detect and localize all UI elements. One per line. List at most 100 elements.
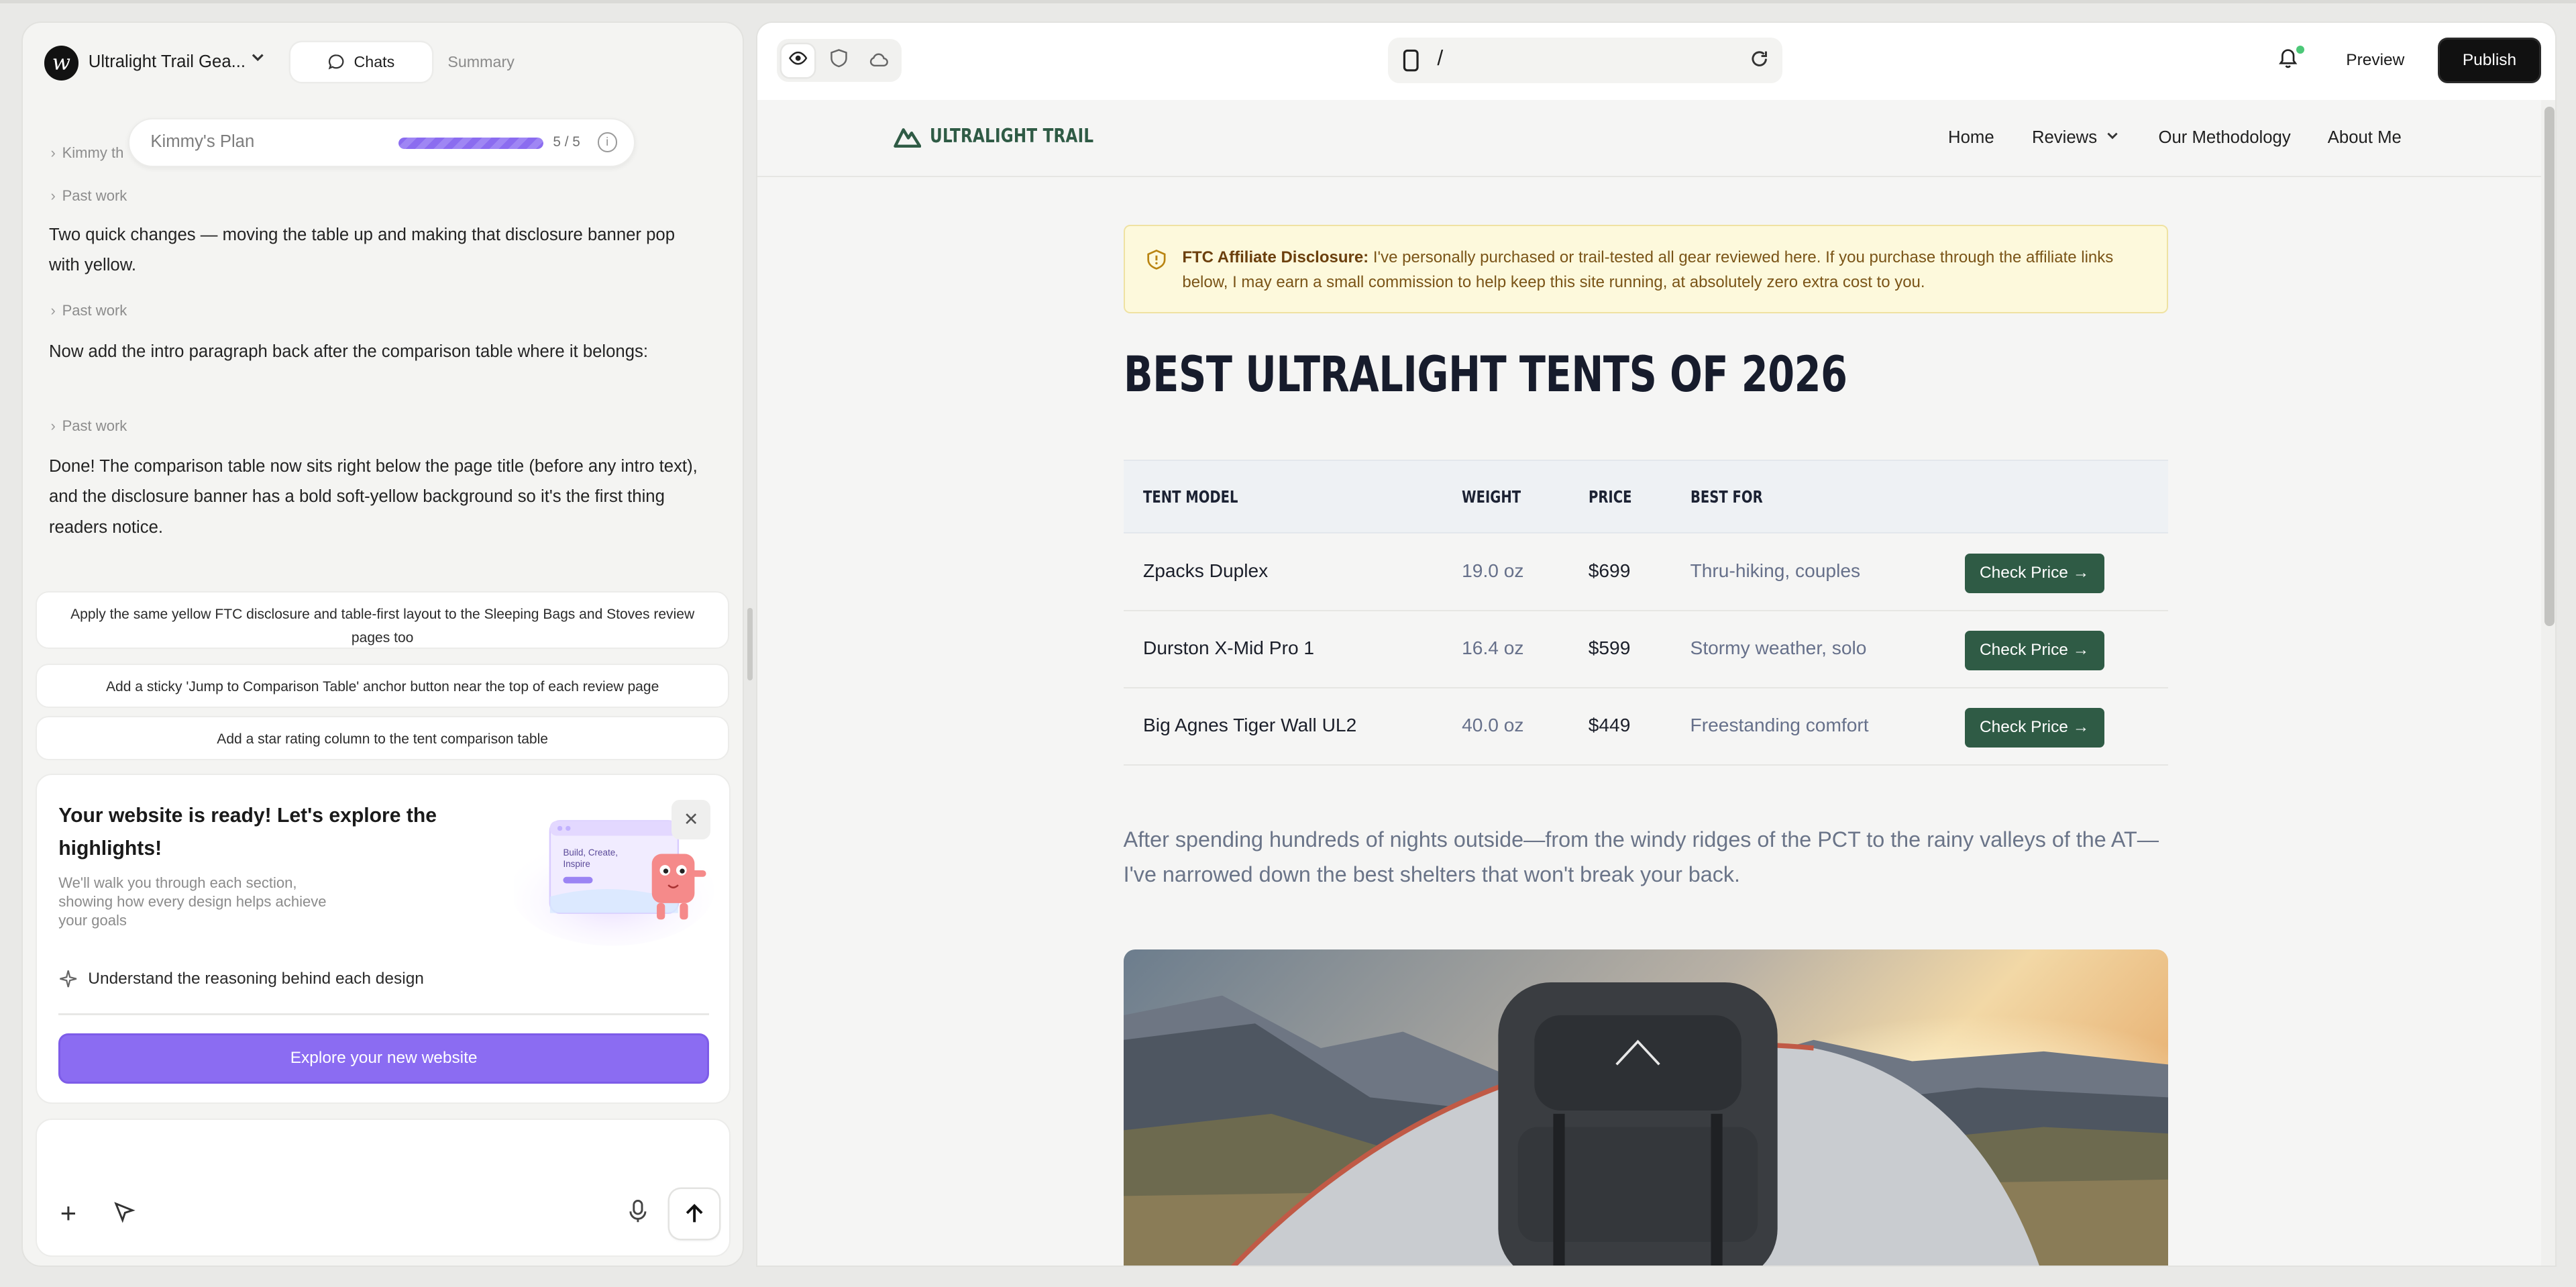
table-row: Durston X-Mid Pro 1 16.4 oz $599 Stormy …	[1123, 611, 2169, 688]
chat-header: w Ultralight Trail Gea... Chats Summary	[23, 23, 743, 102]
suggestion-chip[interactable]: Add a sticky 'Jump to Comparison Table' …	[36, 663, 729, 709]
tent-weight: 16.4 oz	[1462, 637, 1524, 658]
tent-best-for: Stormy weather, solo	[1690, 637, 1867, 658]
preview-scrollbar[interactable]	[2541, 99, 2555, 1266]
past-work-label: Past work	[62, 417, 127, 434]
tab-summary-label: Summary	[447, 53, 515, 71]
past-work-toggle[interactable]: › Past work	[50, 187, 127, 205]
suggestion-chip[interactable]: Apply the same yellow FTC disclosure and…	[36, 591, 729, 649]
mobile-device-icon[interactable]	[1403, 49, 1419, 72]
nav-methodology[interactable]: Our Methodology	[2159, 128, 2291, 148]
nav-about[interactable]: About Me	[2328, 128, 2402, 148]
page-title: BEST ULTRALIGHT TENTS OF 2026	[1123, 346, 1847, 404]
tent-model: Durston X-Mid Pro 1	[1143, 637, 1315, 658]
intro-paragraph: After spending hundreds of nights outsid…	[1123, 827, 2159, 886]
site-preview: ULTRALIGHT TRAIL Home Reviews Our Method…	[757, 99, 2542, 1266]
tab-chats-label: Chats	[354, 53, 395, 71]
collapsed-item-label: Kimmy th	[62, 144, 124, 162]
scrollbar-thumb[interactable]	[2544, 106, 2555, 626]
illustration-caption: Inspire	[563, 859, 590, 869]
tour-feature: Understand the reasoning behind each des…	[58, 969, 424, 988]
site-logo[interactable]: ULTRALIGHT TRAIL	[894, 125, 1130, 148]
tent-price: $449	[1588, 714, 1631, 735]
panel-resize-handle[interactable]	[747, 608, 753, 680]
publish-button[interactable]: Publish	[2437, 37, 2542, 84]
tent-model: Zpacks Duplex	[1143, 560, 1269, 581]
check-price-button[interactable]: Check Price →	[1964, 708, 2104, 748]
tour-feature-label: Understand the reasoning behind each des…	[88, 969, 424, 988]
column-header: BEST FOR	[1690, 487, 1763, 507]
bell-icon[interactable]	[2278, 48, 2298, 69]
collapsed-item[interactable]: › Kimmy th	[50, 144, 123, 162]
illustration-caption: Build, Create,	[563, 847, 618, 858]
divider	[58, 1013, 710, 1015]
site-brand: ULTRALIGHT TRAIL	[929, 125, 1093, 148]
ftc-disclosure-banner: FTC Affiliate Disclosure: I've personall…	[1123, 225, 2169, 314]
tent-weight: 40.0 oz	[1462, 714, 1524, 735]
tent-best-for: Thru-hiking, couples	[1690, 560, 1861, 581]
tab-summary[interactable]: Summary	[432, 42, 531, 82]
chevron-right-icon: ›	[50, 302, 56, 319]
cursor-select-icon[interactable]	[113, 1200, 136, 1223]
website-tour-card: Your website is ready! Let's explore the…	[36, 774, 731, 1104]
suggestion-chip[interactable]: Add a star rating column to the tent com…	[36, 716, 729, 761]
plan-name: Kimmy's Plan	[150, 132, 255, 152]
chat-panel: w Ultralight Trail Gea... Chats Summary …	[21, 21, 745, 1268]
chevron-down-icon	[2107, 132, 2118, 139]
chat-bubble-icon	[329, 54, 344, 70]
plan-progress-pill[interactable]: Kimmy's Plan 5 / 5 i	[127, 117, 636, 168]
arrow-up-icon	[686, 1203, 703, 1223]
column-header: TENT MODEL	[1143, 487, 1238, 507]
disclosure-text: FTC Affiliate Disclosure: I've personall…	[1182, 246, 2151, 295]
tent-price: $599	[1588, 637, 1631, 658]
chat-message: Now add the intro paragraph back after t…	[49, 342, 648, 361]
tab-chats[interactable]: Chats	[290, 42, 432, 82]
url-path[interactable]: /	[1437, 46, 1443, 70]
microphone-icon[interactable]	[627, 1199, 649, 1224]
nav-reviews[interactable]: Reviews	[2032, 128, 2120, 148]
chat-message: Two quick changes — moving the table up …	[49, 225, 676, 275]
past-work-label: Past work	[62, 187, 127, 204]
past-work-toggle[interactable]: › Past work	[50, 417, 127, 435]
column-header: WEIGHT	[1462, 487, 1521, 507]
shield-icon[interactable]	[822, 44, 855, 77]
alert-icon	[1147, 250, 1166, 270]
cloud-icon[interactable]	[862, 44, 895, 77]
tour-subtitle: We'll walk you through each section, sho…	[58, 874, 327, 929]
notification-dot	[2296, 46, 2305, 54]
plan-count: 5 / 5	[553, 134, 580, 150]
tent-price: $699	[1588, 560, 1631, 581]
send-button[interactable]	[669, 1189, 719, 1239]
url-bar[interactable]: /	[1387, 37, 1782, 84]
preview-toolbar: / Preview Publish	[757, 22, 2555, 100]
plus-icon[interactable]: +	[60, 1197, 76, 1229]
explore-website-button[interactable]: Explore your new website	[58, 1033, 710, 1084]
chevron-right-icon: ›	[50, 144, 56, 162]
check-price-button[interactable]: Check Price →	[1964, 553, 2104, 593]
disclosure-label: FTC Affiliate Disclosure:	[1182, 248, 1369, 267]
mountain-logo-icon	[894, 127, 922, 148]
past-work-toggle[interactable]: › Past work	[50, 302, 127, 319]
table-header: TENT MODEL WEIGHT PRICE BEST FOR	[1123, 460, 2169, 534]
check-price-button[interactable]: Check Price →	[1964, 630, 2104, 670]
close-icon[interactable]: ✕	[671, 799, 711, 839]
nav-home[interactable]: Home	[1948, 128, 1994, 148]
plan-progress-bar	[398, 137, 543, 149]
message-composer[interactable]: +	[36, 1119, 731, 1257]
preview-button[interactable]: Preview	[2324, 39, 2426, 82]
chevron-right-icon: ›	[50, 187, 56, 204]
table-row: Big Agnes Tiger Wall UL2 40.0 oz $449 Fr…	[1123, 688, 2169, 766]
sparkle-icon	[60, 970, 77, 988]
nav-reviews-label: Reviews	[2031, 127, 2098, 147]
chevron-right-icon: ›	[50, 417, 56, 434]
past-work-label: Past work	[62, 302, 127, 319]
reload-icon[interactable]	[1750, 49, 1769, 68]
project-name[interactable]: Ultralight Trail Gea...	[89, 52, 246, 72]
eye-icon[interactable]	[782, 44, 815, 77]
chevron-down-icon[interactable]	[250, 49, 266, 70]
app-logo-icon[interactable]: w	[44, 46, 79, 81]
info-icon[interactable]: i	[597, 132, 617, 152]
tour-title: Your website is ready! Let's explore the…	[58, 804, 437, 860]
plan-progress-fill	[398, 137, 543, 149]
hero-image-backpack-tent	[1123, 949, 2169, 1266]
